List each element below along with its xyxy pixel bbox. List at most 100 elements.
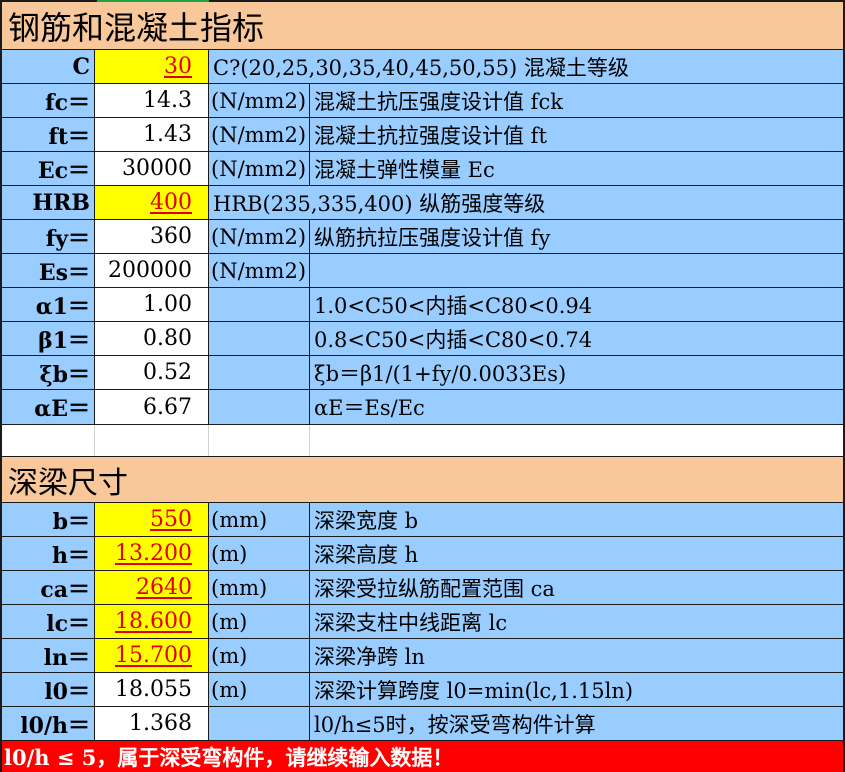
unit-label: (N/mm2) [209, 220, 310, 253]
table-row: Ec＝ 30000 (N/mm2) 混凝土弹性模量 Ec [0, 152, 843, 186]
empty-cell[interactable] [95, 425, 209, 456]
table-row: β1＝ 0.80 0.8<C50<内插<C80<0.74 [0, 322, 843, 356]
support-distance-input[interactable]: 18.600 [95, 605, 209, 638]
table-row: ca＝ 2640 (mm) 深梁受拉纵筋配置范围 ca [0, 571, 843, 605]
table-row: lc＝ 18.600 (m) 深梁支柱中线距离 lc [0, 605, 843, 639]
unit-label: (N/mm2) [209, 254, 310, 287]
description: l0/h≤5时，按深受弯构件计算 [314, 712, 596, 737]
computed-value: 200000 [95, 254, 209, 287]
description: 深梁净跨 ln [314, 644, 425, 669]
description: 纵筋抗拉压强度设计值 fy [314, 225, 551, 250]
unit-label [209, 356, 310, 389]
row-label: ln＝ [0, 639, 95, 672]
row-note: HRB(235,335,400) 纵筋强度等级 [213, 191, 546, 216]
unit-label [209, 288, 310, 321]
description: 深梁宽度 b [314, 508, 419, 533]
row-label: α1＝ [0, 288, 95, 321]
row-label: Es＝ [0, 254, 95, 287]
description: αE＝Es/Ec [314, 396, 425, 420]
section-header-beam: 深梁尺寸 [0, 457, 843, 503]
computed-value: 1.00 [95, 288, 209, 321]
empty-row [0, 425, 843, 457]
table-row: fy＝ 360 (N/mm2) 纵筋抗拉压强度设计值 fy [0, 220, 843, 254]
table-row: Es＝ 200000 (N/mm2) [0, 254, 843, 288]
table-row: C 30 C?(20,25,30,35,40,45,50,55) 混凝土等级 [0, 50, 843, 84]
unit-label: (N/mm2) [209, 84, 310, 117]
computed-value: 1.368 [95, 707, 209, 740]
table-row: α1＝ 1.00 1.0<C50<内插<C80<0.94 [0, 288, 843, 322]
row-label: β1＝ [0, 322, 95, 355]
row-note: C?(20,25,30,35,40,45,50,55) 混凝土等级 [213, 55, 629, 80]
unit-label: (m) [209, 537, 310, 570]
section-title: 深梁尺寸 [8, 465, 128, 501]
beam-height-input[interactable]: 13.200 [95, 537, 209, 570]
description: 深梁计算跨度 l0=min(lc,1.15ln) [314, 678, 634, 703]
table-row: h＝ 13.200 (m) 深梁高度 h [0, 537, 843, 571]
row-label: fy＝ [0, 220, 95, 253]
unit-label: (N/mm2) [209, 118, 310, 151]
row-label: HRB [0, 186, 95, 219]
table-row: l0/h＝ 1.368 l0/h≤5时，按深受弯构件计算 [0, 707, 843, 741]
description [310, 254, 843, 287]
table-row: ln＝ 15.700 (m) 深梁净跨 ln [0, 639, 843, 673]
computed-value: 1.43 [95, 118, 209, 151]
rebar-range-input[interactable]: 2640 [95, 571, 209, 604]
empty-cell[interactable] [0, 425, 95, 456]
description: 混凝土抗拉强度设计值 ft [314, 123, 547, 148]
unit-label [209, 707, 310, 740]
row-label: lc＝ [0, 605, 95, 638]
unit-label [209, 322, 310, 355]
concrete-grade-input[interactable]: 30 [95, 50, 209, 83]
clear-span-input[interactable]: 15.700 [95, 639, 209, 672]
row-label: fc＝ [0, 84, 95, 117]
description: 混凝土弹性模量 Ec [314, 157, 495, 182]
table-row: b＝ 550 (mm) 深梁宽度 b [0, 503, 843, 537]
section-header-materials: 钢筋和混凝土指标 [0, 2, 843, 50]
status-banner: l0/h ≤ 5，属于深受弯构件，请继续输入数据！ [0, 741, 843, 772]
row-label: ca＝ [0, 571, 95, 604]
description: 1.0<C50<内插<C80<0.94 [314, 293, 593, 318]
row-label: l0/h＝ [0, 707, 95, 740]
row-label: ξb＝ [0, 356, 95, 389]
left-border [0, 0, 2, 772]
row-label: C [0, 50, 95, 83]
table-row: fc＝ 14.3 (N/mm2) 混凝土抗压强度设计值 fck [0, 84, 843, 118]
beam-width-input[interactable]: 550 [95, 503, 209, 536]
unit-label: (mm) [209, 571, 310, 604]
row-label: l0＝ [0, 673, 95, 706]
description: ξb＝β1/(1+fy/0.0033Es) [314, 361, 567, 386]
unit-label: (N/mm2) [209, 152, 310, 185]
computed-value: 0.80 [95, 322, 209, 355]
description: 深梁支柱中线距离 lc [314, 610, 508, 635]
computed-value: 0.52 [95, 356, 209, 389]
table-row: αE＝ 6.67 αE＝Es/Ec [0, 390, 843, 425]
computed-value: 14.3 [95, 84, 209, 117]
description: 0.8<C50<内插<C80<0.74 [314, 327, 593, 352]
table-row: l0＝ 18.055 (m) 深梁计算跨度 l0=min(lc,1.15ln) [0, 673, 843, 707]
unit-label: (mm) [209, 503, 310, 536]
row-label: Ec＝ [0, 152, 95, 185]
row-label: b＝ [0, 503, 95, 536]
computed-value: 6.67 [95, 390, 209, 424]
computed-value: 360 [95, 220, 209, 253]
computed-value: 30000 [95, 152, 209, 185]
row-label: h＝ [0, 537, 95, 570]
computed-value: 18.055 [95, 673, 209, 706]
table-row: ft＝ 1.43 (N/mm2) 混凝土抗拉强度设计值 ft [0, 118, 843, 152]
table-row: HRB 400 HRB(235,335,400) 纵筋强度等级 [0, 186, 843, 220]
row-label: ft＝ [0, 118, 95, 151]
table-row: ξb＝ 0.52 ξb＝β1/(1+fy/0.0033Es) [0, 356, 843, 390]
rebar-grade-input[interactable]: 400 [95, 186, 209, 219]
description: 深梁受拉纵筋配置范围 ca [314, 576, 555, 601]
unit-label: (m) [209, 673, 310, 706]
unit-label [209, 390, 310, 424]
unit-label: (m) [209, 639, 310, 672]
section-title: 钢筋和混凝土指标 [8, 8, 265, 47]
empty-cell[interactable] [310, 425, 843, 456]
description: 混凝土抗压强度设计值 fck [314, 89, 563, 114]
row-label: αE＝ [0, 390, 95, 424]
status-message: l0/h ≤ 5，属于深受弯构件，请继续输入数据！ [4, 744, 454, 770]
description: 深梁高度 h [314, 542, 419, 567]
empty-cell[interactable] [209, 425, 310, 456]
unit-label: (m) [209, 605, 310, 638]
